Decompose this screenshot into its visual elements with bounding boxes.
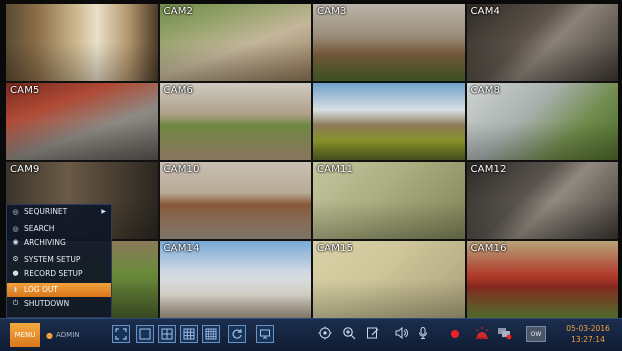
microphone-button[interactable]: [414, 325, 432, 343]
camera-tile[interactable]: CAM6: [159, 83, 311, 160]
camera-label: CAM12: [470, 164, 507, 175]
camera-tile[interactable]: CAM4: [466, 4, 618, 81]
current-time: 13:27:14: [571, 335, 605, 344]
camera-label: CAM9: [10, 164, 40, 175]
ptz-icon: [318, 326, 332, 343]
power-icon: ⏻: [12, 299, 19, 308]
camera-label: CAM3: [317, 6, 347, 17]
camera-tile[interactable]: [313, 83, 465, 160]
record-button[interactable]: [446, 325, 464, 343]
menu-button[interactable]: MENU: [10, 323, 40, 347]
menu-item-label: SEARCH: [24, 224, 55, 234]
hdd-status[interactable]: OW: [526, 326, 546, 342]
network-icon: [497, 326, 513, 343]
menu-item-label: ARCHIVING: [24, 237, 66, 247]
camera-tile[interactable]: CAM11: [313, 162, 465, 239]
camera-label: CAM2: [163, 6, 194, 17]
hdd-status-label: OW: [530, 330, 542, 338]
camera-label: CAM6: [163, 85, 194, 96]
edit-icon: [366, 326, 380, 343]
archive-icon: ◉: [12, 238, 19, 247]
menu-item-label: SYSTEM SETUP: [24, 254, 81, 264]
camera-tile[interactable]: CAM12: [466, 162, 618, 239]
layout-quad-icon: [161, 328, 173, 340]
camera-tile[interactable]: CAM2: [159, 4, 311, 81]
alarm-icon: [474, 325, 490, 344]
search-icon: ◎: [12, 224, 19, 233]
camera-tile[interactable]: [6, 4, 158, 81]
zoom-icon: [342, 326, 356, 343]
layout-9-button[interactable]: [180, 325, 198, 343]
menu-item-search[interactable]: ◎ SEARCH: [7, 222, 111, 236]
search-icon: ◎: [12, 207, 19, 216]
fullscreen-icon: [115, 328, 127, 340]
user-name: ADMIN: [55, 331, 80, 339]
layout-sixteen-icon: [205, 328, 217, 340]
camera-label: CAM5: [10, 85, 40, 96]
layout-4-button[interactable]: [158, 325, 176, 343]
menu-item-label: RECORD SETUP: [24, 268, 83, 278]
menu-item-archiving[interactable]: ◉ ARCHIVING: [7, 236, 111, 250]
layout-16-button[interactable]: [202, 325, 220, 343]
menu-item-record-setup[interactable]: ● RECORD SETUP: [7, 266, 111, 280]
fullscreen-button[interactable]: [112, 325, 130, 343]
camera-label: CAM11: [317, 164, 354, 175]
camera-label: CAM16: [470, 243, 507, 254]
audio-button[interactable]: [392, 325, 410, 343]
camera-tile[interactable]: CAM8: [466, 83, 618, 160]
network-status[interactable]: [496, 325, 514, 343]
camera-tile[interactable]: CAM10: [159, 162, 311, 239]
camera-tile[interactable]: CAM5: [6, 83, 158, 160]
refresh-icon: [231, 328, 243, 340]
menu-item-label: SEQURINET: [24, 207, 68, 217]
main-menu: ◎ SEQURINET ▶ ◎ SEARCH ◉ ARCHIVING ⚙ SYSTEM SETU…: [6, 204, 112, 318]
gear-icon: ⚙: [12, 255, 19, 264]
record-icon: ●: [12, 269, 19, 278]
clock: 05-03-2016 13:27:14: [558, 323, 618, 345]
alarm-button[interactable]: [472, 325, 492, 343]
menu-item-label: SHUTDOWN: [24, 299, 70, 309]
camera-label: CAM15: [317, 243, 354, 254]
bottom-toolbar: MENU ● ADMIN OW 05-03-2016 13:27:14: [0, 318, 622, 351]
current-date: 05-03-2016: [566, 324, 610, 333]
display-button[interactable]: [256, 325, 274, 343]
camera-label: CAM8: [470, 85, 501, 96]
layout-1-button[interactable]: [136, 325, 154, 343]
camera-label: CAM14: [163, 243, 200, 254]
sequence-button[interactable]: [228, 325, 246, 343]
camera-label: CAM4: [470, 6, 501, 17]
menu-item-shutdown[interactable]: ⏻ SHUTDOWN: [7, 297, 111, 311]
menu-item-label: LOG OUT: [24, 285, 58, 295]
camera-feed: [313, 83, 465, 160]
logout-icon: ⬆: [12, 285, 19, 294]
monitor-icon: [259, 328, 271, 340]
camera-tile[interactable]: CAM3: [313, 4, 465, 81]
microphone-icon: [416, 326, 430, 343]
camera-feed: [6, 4, 158, 81]
zoom-button[interactable]: [340, 325, 358, 343]
menu-item-log-out[interactable]: ⬆ LOG OUT: [7, 282, 111, 297]
record-icon: [451, 330, 459, 338]
camera-label: CAM10: [163, 164, 200, 175]
edit-button[interactable]: [364, 325, 382, 343]
camera-tile[interactable]: CAM14: [159, 241, 311, 318]
menu-item-sequrinet[interactable]: ◎ SEQURINET ▶: [7, 205, 111, 219]
camera-tile[interactable]: CAM16: [466, 241, 618, 318]
speaker-icon: [394, 326, 408, 343]
user-icon: ●: [46, 330, 53, 340]
ptz-button[interactable]: [316, 325, 334, 343]
layout-single-icon: [139, 328, 151, 340]
user-indicator: ● ADMIN: [46, 319, 80, 351]
layout-nine-icon: [183, 328, 195, 340]
camera-tile[interactable]: CAM15: [313, 241, 465, 318]
menu-item-system-setup[interactable]: ⚙ SYSTEM SETUP: [7, 252, 111, 266]
chevron-right-icon: ▶: [101, 208, 106, 216]
